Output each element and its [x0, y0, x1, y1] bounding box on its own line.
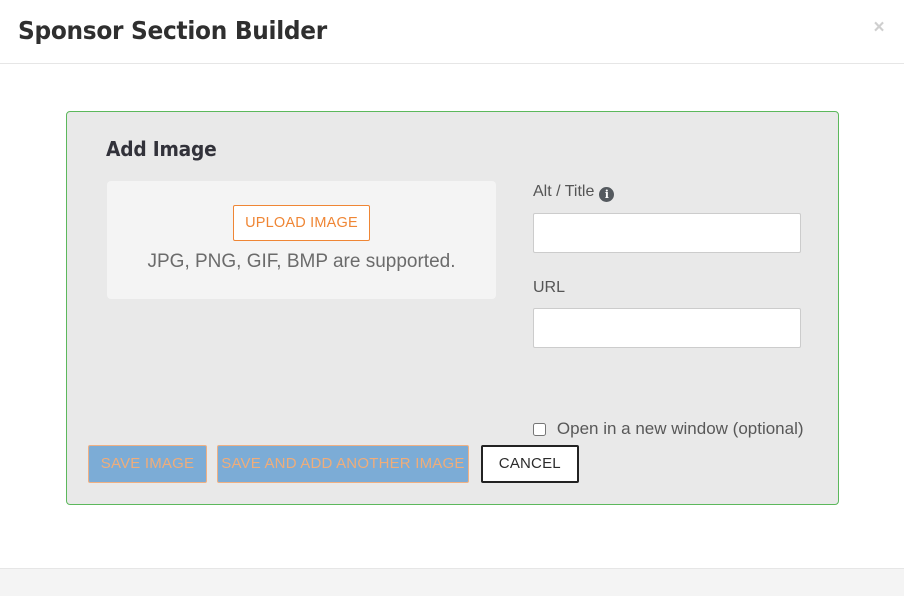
panel-heading: Add Image — [106, 137, 217, 161]
save-image-button[interactable]: SAVE IMAGE — [88, 445, 207, 483]
upload-dropzone[interactable]: UPLOAD IMAGE JPG, PNG, GIF, BMP are supp… — [107, 181, 496, 299]
cancel-button[interactable]: CANCEL — [480, 445, 579, 483]
page-title: Sponsor Section Builder — [18, 16, 327, 45]
url-input[interactable] — [533, 308, 801, 348]
modal-body: Add Image UPLOAD IMAGE JPG, PNG, GIF, BM… — [0, 64, 904, 568]
info-icon[interactable]: i — [599, 187, 615, 202]
url-label: URL — [533, 279, 566, 296]
save-and-add-another-image-button[interactable]: SAVE AND ADD ANOTHER IMAGE — [216, 445, 469, 483]
add-image-panel: Add Image UPLOAD IMAGE JPG, PNG, GIF, BM… — [66, 111, 839, 505]
open-new-window-checkbox[interactable] — [533, 423, 546, 436]
supported-formats-text: JPG, PNG, GIF, BMP are supported. — [147, 251, 456, 272]
open-new-window-row[interactable]: Open in a new window (optional) — [533, 419, 804, 439]
modal-footer — [0, 568, 904, 596]
modal-header: Sponsor Section Builder × — [0, 0, 904, 64]
open-new-window-label: Open in a new window (optional) — [556, 419, 804, 438]
alt-title-input[interactable] — [533, 213, 801, 253]
upload-image-button[interactable]: UPLOAD IMAGE — [233, 205, 370, 241]
alt-title-label-text: Alt / Title — [533, 183, 595, 200]
action-button-row: SAVE IMAGE SAVE AND ADD ANOTHER IMAGE CA… — [88, 445, 579, 483]
close-icon[interactable]: × — [866, 16, 892, 40]
alt-title-label: Alt / Title i — [533, 183, 615, 202]
